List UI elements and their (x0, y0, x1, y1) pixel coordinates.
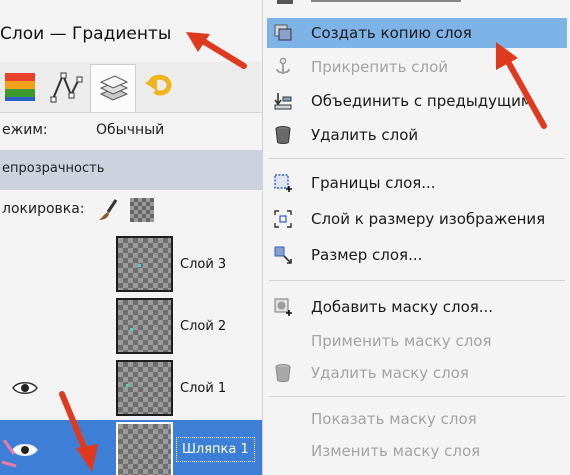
menu-item-layer-boundary-size[interactable]: Границы слоя... (263, 168, 570, 198)
lock-alpha-icon[interactable] (130, 198, 154, 222)
layer-name: Слой 2 (180, 319, 227, 334)
dock-title: Слои — Градиенты (0, 24, 172, 44)
layer-name: Слой 1 (180, 381, 227, 396)
paths-icon (50, 72, 83, 103)
menu-item-show-layer-mask[interactable]: Показать маску слоя (263, 404, 570, 434)
menu-item-label: Удалить маску слоя (311, 364, 469, 382)
decorative-stroke (1, 440, 17, 468)
mode-row: ежим: Обычный (0, 114, 262, 144)
lock-label: локировка: (2, 201, 85, 217)
menu-item-add-layer-mask[interactable]: Добавить маску слоя... (263, 292, 570, 322)
menu-item-label: Создать копию слоя (311, 24, 472, 42)
layer-boundary-icon (274, 174, 292, 192)
trash-icon (275, 126, 291, 144)
menu-item-label: Границы слоя... (311, 174, 436, 192)
layer-thumbnail (116, 298, 173, 354)
menu-item-label: Прикрепить слой (311, 58, 449, 76)
layer-name: Слой 3 (180, 257, 227, 272)
palettes-icon (5, 73, 35, 101)
mode-label: ежим: (2, 122, 48, 138)
menu-item-layer-to-image-size[interactable]: Слой к размеру изображения (263, 204, 570, 234)
annotation-arrow (59, 391, 98, 472)
opacity-slider[interactable]: епрозрачность (0, 150, 262, 190)
layer-thumbnail (116, 236, 173, 292)
tab-layers[interactable] (90, 64, 136, 112)
layer-row[interactable]: Слой 1 (0, 358, 262, 420)
layer-thumbnail (116, 360, 173, 416)
menu-separator (269, 158, 565, 159)
menu-item-label: Размер слоя... (311, 246, 423, 264)
layers-icon (99, 74, 129, 101)
tab-undo-history[interactable] (138, 64, 182, 108)
lock-row: локировка: (0, 192, 262, 226)
menu-item-label: Удалить слой (311, 126, 419, 144)
menu-item-label: Слой к размеру изображения (311, 210, 546, 228)
duplicate-layer-icon (274, 24, 292, 41)
menu-item-scale-layer[interactable]: Размер слоя... (263, 240, 570, 270)
eye-icon[interactable] (12, 380, 38, 396)
opacity-label: епрозрачность (2, 161, 105, 176)
menu-item-label: Показать маску слоя (311, 410, 477, 428)
merge-down-icon (274, 93, 292, 110)
menu-item-cut-off (277, 0, 527, 4)
add-mask-icon (274, 298, 292, 316)
layer-name[interactable]: Шляпка 1 (176, 437, 255, 462)
tab-palettes[interactable] (0, 64, 44, 108)
layer-to-image-size-icon (274, 210, 292, 228)
annotation-arrow (496, 42, 547, 129)
menu-separator (269, 396, 565, 397)
mode-select[interactable]: Обычный (96, 122, 164, 138)
annotation-arrow (186, 32, 247, 69)
menu-item-label: Применить маску слоя (311, 332, 492, 350)
menu-item-label: Добавить маску слоя... (311, 298, 494, 316)
undo-history-icon (145, 74, 172, 96)
layer-thumbnail (116, 422, 173, 475)
menu-item-edit-layer-mask[interactable]: Изменить маску слоя (263, 436, 570, 466)
menu-item-apply-layer-mask[interactable]: Применить маску слоя (263, 326, 570, 356)
trash-icon (275, 364, 291, 382)
layer-row[interactable]: Слой 2 (0, 296, 262, 358)
lock-pixels-brush-icon[interactable] (96, 198, 120, 222)
menu-item-label: Изменить маску слоя (311, 442, 481, 460)
scale-layer-icon (274, 246, 292, 264)
layer-row[interactable]: Слой 3 (0, 234, 262, 296)
anchor-icon (276, 57, 290, 74)
tab-paths[interactable] (44, 64, 88, 108)
layer-row-selected[interactable]: Шляпка 1 (0, 420, 262, 475)
menu-item-delete-layer-mask[interactable]: Удалить маску слоя (263, 358, 570, 388)
menu-separator (269, 280, 565, 281)
